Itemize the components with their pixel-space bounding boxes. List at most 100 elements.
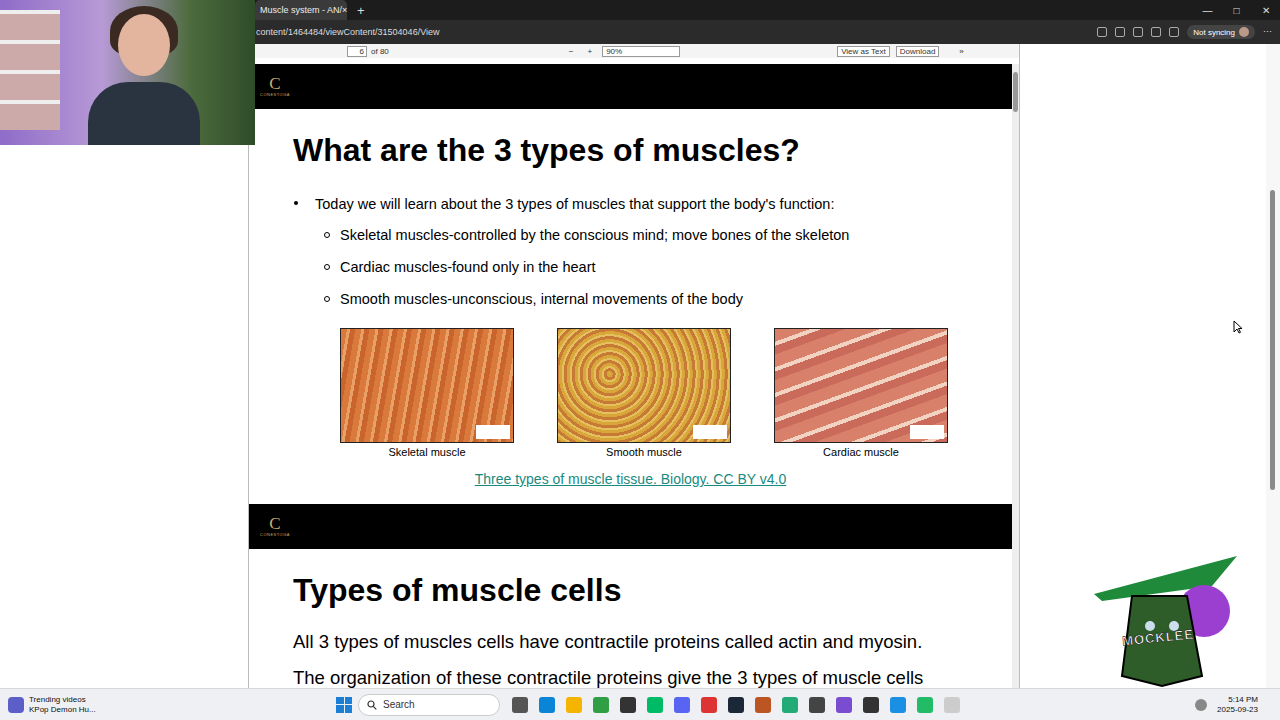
- scroll-thumb[interactable]: [1270, 190, 1275, 490]
- zoom-in-button[interactable]: +: [587, 47, 592, 56]
- profile-label[interactable]: Not syncing: [1193, 28, 1235, 37]
- widget-subtitle[interactable]: KPop Demon Hu...: [29, 705, 96, 715]
- widget-icon[interactable]: [8, 697, 24, 713]
- cursor-icon: [1233, 320, 1243, 334]
- taskbar-apps: [512, 697, 960, 713]
- toolbar-icon[interactable]: [1151, 27, 1161, 37]
- app-icon[interactable]: [863, 697, 879, 713]
- paragraph: All 3 types of muscles cells have contra…: [293, 630, 1012, 654]
- window-control-button[interactable]: ✕: [1251, 5, 1280, 16]
- toolbar-icon[interactable]: [1169, 27, 1179, 37]
- conestoga-logo: CCONESTOGA: [257, 516, 293, 537]
- widget-title[interactable]: Trending videos: [29, 695, 96, 705]
- logo-text: CONESTOGA: [260, 92, 290, 97]
- stream-logo: MOCKLEE: [1092, 556, 1240, 688]
- system-tray: 5:14 PM2025-09-23: [1195, 695, 1272, 715]
- app-icon[interactable]: [782, 697, 798, 713]
- scale-bar: [693, 425, 727, 439]
- toolbar-button[interactable]: Download: [896, 46, 940, 57]
- clock-date[interactable]: 2025-09-23: [1217, 705, 1258, 715]
- app-icon[interactable]: [593, 697, 609, 713]
- video-part: [88, 82, 200, 145]
- slide-title: What are the 3 types of muscles?: [293, 131, 1012, 169]
- more-button[interactable]: ⋯: [1263, 27, 1272, 37]
- figure-caption: Skeletal muscle: [388, 445, 465, 459]
- tab-close-button[interactable]: ×: [342, 5, 347, 15]
- overflow-button[interactable]: »: [959, 47, 963, 56]
- zoom-dropdown[interactable]: 90%: [602, 46, 680, 57]
- search-label[interactable]: Search: [383, 699, 415, 710]
- scale-bar: [476, 425, 510, 439]
- clock[interactable]: 5:14 PM2025-09-23: [1217, 695, 1272, 715]
- page-count: of 80: [371, 47, 389, 56]
- avatar-icon[interactable]: [1239, 27, 1249, 37]
- window-control-button[interactable]: —: [1193, 5, 1222, 16]
- logo-mark: C: [269, 76, 280, 92]
- app-icon[interactable]: [566, 697, 582, 713]
- toolbar-icon[interactable]: [1115, 27, 1125, 37]
- conestoga-logo: CCONESTOGA: [257, 76, 293, 97]
- sub-bullet: Skeletal muscles-controlled by the consc…: [293, 219, 1012, 251]
- figures: Skeletal muscle Smooth muscle Cardiac musc…: [293, 328, 1012, 459]
- app-icon[interactable]: [512, 697, 528, 713]
- sub-bullet: Smooth muscles-unconscious, internal mov…: [293, 283, 1012, 315]
- slide-header: CCONESTOGA: [249, 504, 1012, 549]
- windows-start-icon[interactable]: [336, 697, 352, 713]
- app-icon[interactable]: [620, 697, 636, 713]
- app-icon[interactable]: [674, 697, 690, 713]
- page-scrollbar[interactable]: [1266, 44, 1280, 688]
- app-icon[interactable]: [836, 697, 852, 713]
- webcam-video: [0, 0, 255, 145]
- logo-mark: C: [269, 516, 280, 532]
- viewer-scrollbar[interactable]: [1012, 64, 1019, 688]
- window-control-button[interactable]: □: [1222, 5, 1251, 16]
- figure: Skeletal muscle: [340, 328, 514, 459]
- slide-body: What are the 3 types of muscles?Today we…: [249, 109, 1012, 504]
- window-controls: —□✕: [1193, 5, 1280, 16]
- bullet-list: Skeletal muscles-controlled by the consc…: [293, 219, 1012, 315]
- source-link[interactable]: Three types of muscle tissue. Biology. C…: [293, 470, 968, 488]
- sub-bullet: Cardiac muscles-found only in the heart: [293, 251, 1012, 283]
- slides-scroll: CCONESTOGAWhat are the 3 types of muscle…: [249, 64, 1019, 688]
- video-part: [0, 10, 60, 130]
- toolbar-icon[interactable]: [1097, 27, 1107, 37]
- widget-text[interactable]: Trending videosKPop Demon Hu...: [29, 695, 96, 715]
- profile-button[interactable]: Not syncing: [1187, 25, 1255, 39]
- app-icon[interactable]: [728, 697, 744, 713]
- figure: Cardiac muscle: [774, 328, 948, 459]
- browser-tab[interactable]: Muscle system - AN/×: [255, 0, 347, 20]
- app-icon[interactable]: [539, 697, 555, 713]
- search-icon[interactable]: [367, 700, 377, 710]
- toolbar-icon[interactable]: [1133, 27, 1143, 37]
- tab-label[interactable]: Muscle system - AN/: [260, 5, 342, 15]
- clock-time[interactable]: 5:14 PM: [1217, 695, 1258, 705]
- scale-bar: [910, 425, 944, 439]
- muscle-photo: [557, 328, 731, 443]
- figure: Smooth muscle: [557, 328, 731, 459]
- figure-caption: Smooth muscle: [606, 445, 682, 459]
- toolbar-button[interactable]: View as Text: [837, 46, 890, 57]
- page-input[interactable]: 6: [347, 46, 367, 57]
- app-icon[interactable]: [701, 697, 717, 713]
- tray-icon[interactable]: [1195, 699, 1207, 711]
- app-icon[interactable]: [890, 697, 906, 713]
- muscle-photo: [774, 328, 948, 443]
- lion-icon: [1092, 556, 1240, 688]
- taskbar: Trending videosKPop Demon Hu... Search 5:1…: [0, 688, 1280, 720]
- app-icon[interactable]: [647, 697, 663, 713]
- app-icon[interactable]: [944, 697, 960, 713]
- widget-button[interactable]: Trending videosKPop Demon Hu...: [8, 695, 330, 715]
- logo-text: CONESTOGA: [260, 532, 290, 537]
- video-part: [118, 14, 170, 76]
- zoom-out-button[interactable]: −: [569, 47, 574, 56]
- taskbar-search[interactable]: Search: [358, 694, 500, 716]
- scroll-thumb[interactable]: [1013, 72, 1018, 112]
- new-tab-button[interactable]: +: [357, 3, 365, 18]
- app-icon[interactable]: [809, 697, 825, 713]
- url-field[interactable]: content/1464484/viewContent/31504046/Vie…: [256, 27, 1089, 37]
- slide-title: Types of muscle cells: [293, 571, 1012, 609]
- slide-body: Types of muscle cells All 3 types of musc…: [249, 549, 1012, 688]
- app-icon[interactable]: [917, 697, 933, 713]
- pdf-toolbar: 6 of 80 − +90% View as Text Download »: [249, 44, 1019, 58]
- app-icon[interactable]: [755, 697, 771, 713]
